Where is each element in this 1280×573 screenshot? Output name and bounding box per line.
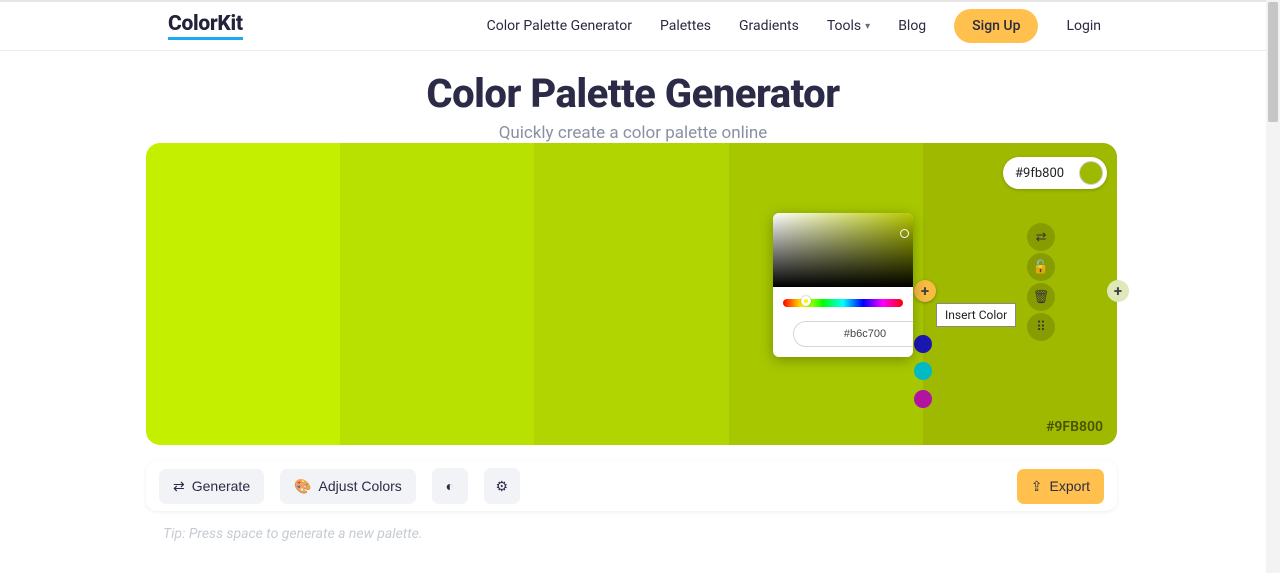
nav-palettes[interactable]: Palettes [660, 18, 711, 34]
preset-color-1[interactable] [914, 362, 932, 380]
scrollbar-track[interactable] [1266, 0, 1280, 573]
shuffle-swatch-button[interactable]: ⇄ [1027, 223, 1055, 251]
saturation-cursor[interactable] [900, 229, 909, 238]
bottom-toolbar: ⇄ Generate 🎨 Adjust Colors ◐ ⚙ ⇪ Export [146, 461, 1117, 511]
page-title: Color Palette Generator [0, 70, 1266, 117]
swatch-1[interactable] [340, 143, 534, 445]
trash-icon: 🗑 [1033, 290, 1050, 305]
settings-button[interactable]: ⚙ [484, 468, 520, 504]
preset-color-0[interactable] [914, 335, 932, 353]
contrast-icon: ◐ [446, 478, 454, 494]
shuffle-icon: ⇄ [173, 478, 185, 495]
title-section: Color Palette Generator Quickly create a… [0, 70, 1266, 143]
saturation-field[interactable] [773, 213, 913, 287]
nav-generator[interactable]: Color Palette Generator [487, 18, 632, 34]
shuffle-icon: ⇄ [1036, 230, 1047, 245]
adjust-label: Adjust Colors [319, 478, 402, 494]
delete-swatch-button[interactable]: 🗑 [1027, 283, 1055, 311]
palette: #9fb800 ⇄ 🔓 🗑 ⠿ #9FB800 [146, 143, 1117, 445]
brand-logo[interactable]: ColorKit [168, 12, 243, 40]
adjust-colors-button[interactable]: 🎨 Adjust Colors [280, 469, 416, 504]
generate-label: Generate [192, 478, 250, 494]
export-icon: ⇪ [1031, 478, 1043, 495]
page-subtitle: Quickly create a color palette online [0, 123, 1266, 143]
swatch-hex-text: #9fb800 [1015, 166, 1079, 181]
insert-color-tooltip: Insert Color [936, 303, 1016, 327]
swatch-4[interactable]: #9fb800 ⇄ 🔓 🗑 ⠿ #9FB800 [923, 143, 1117, 445]
nav-blog[interactable]: Blog [898, 18, 926, 34]
chevron-down-icon: ▾ [865, 21, 870, 32]
swatch-hex-pill[interactable]: #9fb800 [1003, 157, 1107, 189]
export-button[interactable]: ⇪ Export [1017, 469, 1104, 504]
swatch-2[interactable] [534, 143, 728, 445]
add-color-end-button[interactable]: + [1107, 280, 1129, 302]
signup-button[interactable]: Sign Up [954, 9, 1038, 43]
color-picker [773, 213, 913, 357]
swatch-hex-label: #9FB800 [1046, 419, 1103, 435]
palette-icon: 🎨 [294, 478, 311, 495]
more-swatch-button[interactable]: ⠿ [1027, 313, 1055, 341]
scrollbar-thumb[interactable] [1268, 2, 1278, 122]
contrast-button[interactable]: ◐ [432, 468, 468, 504]
lock-swatch-button[interactable]: 🔓 [1027, 253, 1055, 281]
header: ColorKit Color Palette Generator Palette… [0, 2, 1266, 51]
preset-color-2[interactable] [914, 390, 932, 408]
unlock-icon: 🔓 [1033, 260, 1049, 275]
grip-icon: ⠿ [1036, 320, 1046, 335]
generate-button[interactable]: ⇄ Generate [159, 469, 264, 504]
swatch-0[interactable] [146, 143, 340, 445]
main-nav: Color Palette Generator Palettes Gradien… [487, 9, 1101, 43]
hue-thumb[interactable] [801, 296, 811, 306]
picker-hex-input[interactable] [793, 321, 913, 347]
plus-icon: + [1114, 282, 1122, 300]
login-link[interactable]: Login [1066, 18, 1101, 34]
export-label: Export [1050, 478, 1090, 494]
tip-text: Tip: Press space to generate a new palet… [163, 526, 422, 542]
swatch-hex-dot [1079, 161, 1103, 185]
hue-slider[interactable] [783, 299, 903, 307]
plus-icon: + [921, 282, 929, 300]
picker-input-row [783, 321, 903, 347]
insert-color-button[interactable]: + [914, 280, 936, 302]
nav-tools-label: Tools [827, 18, 861, 34]
gear-icon: ⚙ [496, 478, 509, 495]
nav-tools[interactable]: Tools ▾ [827, 18, 870, 34]
nav-gradients[interactable]: Gradients [739, 18, 799, 34]
